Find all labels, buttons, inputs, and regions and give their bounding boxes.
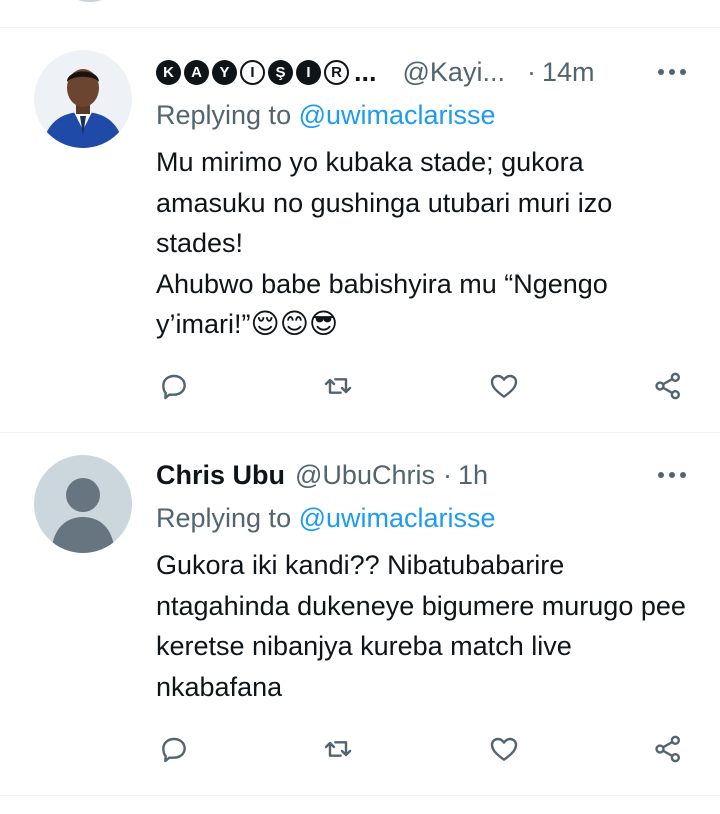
tweet-text-content: Mu mirimo yo kubaka stade; gukora amasuk… [156, 147, 613, 339]
divider [0, 795, 720, 796]
avatar[interactable] [34, 455, 132, 553]
display-name[interactable]: Chris Ubu [156, 460, 285, 491]
timestamp[interactable]: 1h [458, 460, 488, 491]
name-letter: R [324, 59, 349, 85]
name-letter: A [184, 59, 209, 85]
name-ellipsis: ... [354, 56, 377, 87]
name-letter: K [156, 59, 181, 85]
previous-tweet-avatar[interactable] [62, 0, 118, 2]
replying-to-line: Replying to @uwimaclarisse [156, 100, 496, 131]
reply-icon[interactable] [156, 368, 192, 404]
emoji-sequence: 😌😊😎 [250, 308, 339, 339]
mention-link[interactable]: @uwimaclarisse [299, 503, 496, 533]
tweet-2[interactable]: Chris Ubu @UbuChris · 1h Replying to @uw… [0, 433, 720, 795]
tweet-actions [156, 368, 688, 404]
tweet-1[interactable]: K A Y I Ş I R ... @Kayi... · 14m Replyin… [0, 28, 720, 432]
tweet-header: K A Y I Ş I R ... @Kayi... · 14m [156, 54, 686, 90]
replying-to-label: Replying to [156, 100, 292, 130]
tweet-text: Mu mirimo yo kubaka stade; gukora amasuk… [156, 142, 686, 345]
replying-to-label: Replying to [156, 503, 292, 533]
name-letter: I [240, 59, 265, 85]
profile-photo [34, 50, 132, 148]
name-letter: Y [212, 59, 237, 85]
avatar[interactable] [34, 50, 132, 148]
name-letter: I [296, 59, 321, 85]
share-icon[interactable] [650, 731, 686, 767]
default-avatar-icon [34, 455, 132, 553]
more-options-icon[interactable] [646, 459, 686, 491]
mention-link[interactable]: @uwimaclarisse [299, 100, 496, 130]
reply-icon[interactable] [156, 731, 192, 767]
like-icon[interactable] [486, 731, 522, 767]
retweet-icon[interactable] [320, 368, 356, 404]
tweet-text: Gukora iki kandi?? Nibatubabarire ntagah… [156, 550, 686, 702]
replying-to-line: Replying to @uwimaclarisse [156, 503, 496, 534]
separator-dot: · [442, 459, 452, 490]
more-options-icon[interactable] [646, 56, 686, 88]
retweet-icon[interactable] [320, 731, 356, 767]
user-handle[interactable]: @Kayi... [403, 57, 505, 88]
timestamp[interactable]: 14m [542, 57, 595, 88]
like-icon[interactable] [486, 368, 522, 404]
separator-dot: · [526, 56, 536, 87]
share-icon[interactable] [650, 368, 686, 404]
name-letter: Ş [268, 59, 293, 85]
display-name[interactable]: K A Y I Ş I R ... [156, 57, 377, 88]
user-handle[interactable]: @UbuChris [295, 460, 435, 491]
tweet-header: Chris Ubu @UbuChris · 1h [156, 457, 686, 493]
tweet-actions [156, 731, 688, 767]
